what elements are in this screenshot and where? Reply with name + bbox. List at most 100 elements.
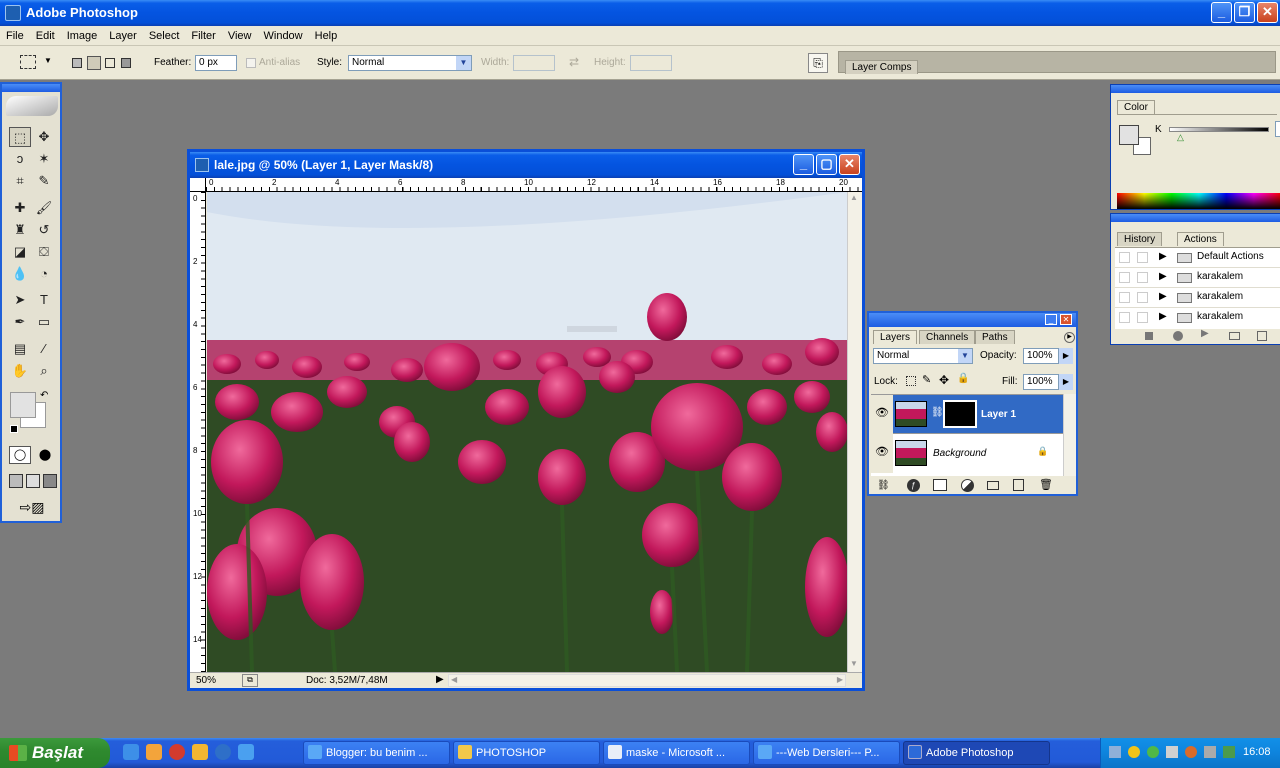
panel-minimize-button[interactable]: _	[1045, 314, 1057, 325]
clone-stamp-tool-icon[interactable]: ♜	[9, 220, 31, 240]
ruler-vertical[interactable]: 0 2 4 6 8 10 12 14	[190, 192, 206, 672]
type-tool-icon[interactable]: T	[33, 290, 55, 310]
swap-icon[interactable]: ⇄	[569, 55, 579, 69]
list-item[interactable]: ▶ Default Actions	[1115, 248, 1280, 268]
add-mask-icon[interactable]	[933, 479, 947, 491]
panel-close-button[interactable]: ✕	[1060, 314, 1072, 325]
rectangle-tool-icon[interactable]: ▭	[33, 312, 55, 332]
new-group-icon[interactable]	[987, 481, 999, 490]
tab-layers[interactable]: Layers	[873, 330, 918, 344]
toggle-checkbox[interactable]	[1119, 272, 1130, 283]
expand-icon[interactable]: ▶	[1159, 311, 1167, 322]
horizontal-scrollbar[interactable]: ◀ ▶	[448, 674, 846, 687]
path-selection-tool-icon[interactable]: ➤	[9, 290, 31, 310]
blend-mode-select[interactable]: Normal ▼	[873, 348, 973, 364]
tab-history[interactable]: History	[1117, 232, 1163, 246]
panel-menu-icon[interactable]: ▶	[1064, 332, 1075, 343]
winamp-icon[interactable]	[192, 744, 208, 760]
menu-file[interactable]: File	[0, 26, 30, 46]
close-button[interactable]: ✕	[1257, 2, 1278, 23]
tab-paths[interactable]: Paths	[975, 330, 1015, 344]
link-layers-icon[interactable]: ⛓	[877, 480, 890, 491]
preset-dropdown-icon[interactable]: ▼	[44, 56, 52, 65]
eyedropper-tool-icon[interactable]: ⁄	[33, 339, 55, 359]
standard-mode-icon[interactable]: ◯	[9, 446, 31, 464]
restore-button[interactable]: ❐	[1234, 2, 1255, 23]
scroll-right-icon[interactable]: ▶	[837, 675, 843, 684]
default-colors-icon[interactable]	[10, 425, 18, 433]
tray-network-icon[interactable]	[1109, 746, 1121, 758]
tray-safely-remove-icon[interactable]	[1223, 746, 1235, 758]
task-button-web-dersleri[interactable]: ---Web Dersleri--- P...	[753, 741, 900, 765]
stop-icon[interactable]	[1145, 332, 1153, 340]
tray-user-icon[interactable]	[1185, 746, 1197, 758]
lock-all-icon[interactable]: 🔒	[957, 373, 969, 384]
jump-to-imageready-icon[interactable]: ⇨▨	[9, 498, 55, 516]
fill-arrow-icon[interactable]: ▶	[1059, 374, 1073, 390]
new-layer-icon[interactable]	[1013, 479, 1024, 491]
style-select[interactable]: Normal ▼	[348, 55, 472, 71]
expand-icon[interactable]: ▶	[1159, 271, 1167, 282]
k-value-field[interactable]	[1275, 121, 1280, 137]
history-brush-tool-icon[interactable]: ↺	[33, 220, 55, 240]
status-menu-icon[interactable]: ⧉	[242, 674, 258, 687]
ie-icon[interactable]	[123, 744, 139, 760]
toggle-checkbox[interactable]	[1119, 292, 1130, 303]
paint-bucket-tool-icon[interactable]: ⛋	[33, 242, 55, 262]
rect-marquee-tool-icon[interactable]: ⬚	[9, 127, 31, 147]
media-player-icon[interactable]	[215, 744, 231, 760]
dialog-checkbox[interactable]	[1137, 252, 1148, 263]
scroll-left-icon[interactable]: ◀	[451, 675, 457, 684]
document-close-button[interactable]: ✕	[839, 154, 860, 175]
crop-tool-icon[interactable]: ⌗	[9, 171, 31, 191]
zoom-level[interactable]: 50%	[196, 675, 216, 686]
marquee-tool-preset-icon[interactable]	[20, 55, 36, 69]
screen-mode-standard-icon[interactable]	[9, 474, 23, 488]
antialias-checkbox[interactable]	[246, 58, 256, 68]
list-item[interactable]: ▶ karakalem	[1115, 308, 1280, 328]
subtract-selection-icon[interactable]	[105, 58, 115, 68]
tab-color[interactable]: Color	[1117, 100, 1155, 114]
slider-thumb-icon[interactable]: △	[1177, 132, 1184, 143]
layer-mask-thumbnail[interactable]	[943, 400, 977, 428]
intersect-selection-icon[interactable]	[121, 58, 131, 68]
slice-tool-icon[interactable]: ✎	[33, 171, 55, 191]
screen-mode-menubar-icon[interactable]	[26, 474, 40, 488]
trash-icon[interactable]: 🗑	[1039, 478, 1053, 491]
notes-tool-icon[interactable]: ▤	[9, 339, 31, 359]
eye-icon[interactable]: 👁	[871, 395, 893, 434]
document-minimize-button[interactable]: _	[793, 154, 814, 175]
tray-messenger-icon[interactable]	[1147, 746, 1159, 758]
swap-colors-icon[interactable]: ↶	[40, 390, 48, 401]
pen-tool-icon[interactable]: ✒	[9, 312, 31, 332]
menu-filter[interactable]: Filter	[185, 26, 221, 46]
toggle-checkbox[interactable]	[1119, 252, 1130, 263]
tab-layer-comps[interactable]: Layer Comps	[845, 60, 919, 74]
task-button-adobe-photoshop[interactable]: Adobe Photoshop	[903, 741, 1050, 765]
new-set-icon[interactable]	[1229, 332, 1240, 340]
brush-tool-icon[interactable]: 🖌	[33, 198, 55, 218]
opacity-input[interactable]: 100%	[1023, 348, 1059, 364]
record-icon[interactable]	[1173, 331, 1183, 341]
lock-move-icon[interactable]: ✥	[939, 373, 949, 387]
task-button-word[interactable]: maske - Microsoft ...	[603, 741, 750, 765]
tray-volume-icon[interactable]	[1166, 746, 1178, 758]
lock-transparent-icon[interactable]	[906, 376, 916, 386]
tray-tools-icon[interactable]	[1204, 746, 1216, 758]
magic-wand-tool-icon[interactable]: ✶	[33, 149, 55, 169]
dodge-tool-icon[interactable]: ◔	[33, 264, 55, 284]
ie-alt-icon[interactable]	[238, 744, 254, 760]
menu-select[interactable]: Select	[143, 26, 186, 46]
adjustment-layer-icon[interactable]	[961, 479, 974, 492]
quick-mask-mode-icon[interactable]: ⬤	[34, 446, 56, 464]
hand-tool-icon[interactable]: ✋	[9, 361, 31, 381]
menu-edit[interactable]: Edit	[30, 26, 61, 46]
zoom-tool-icon[interactable]: ⌕	[33, 361, 55, 381]
opacity-arrow-icon[interactable]: ▶	[1059, 348, 1073, 364]
palette-well-icon[interactable]: ⎘	[808, 53, 828, 73]
color-spectrum[interactable]	[1117, 193, 1280, 209]
height-input[interactable]	[630, 55, 672, 71]
lock-paint-icon[interactable]: ✎	[922, 373, 931, 386]
document-maximize-button[interactable]: ▢	[816, 154, 837, 175]
canvas[interactable]	[207, 192, 847, 672]
